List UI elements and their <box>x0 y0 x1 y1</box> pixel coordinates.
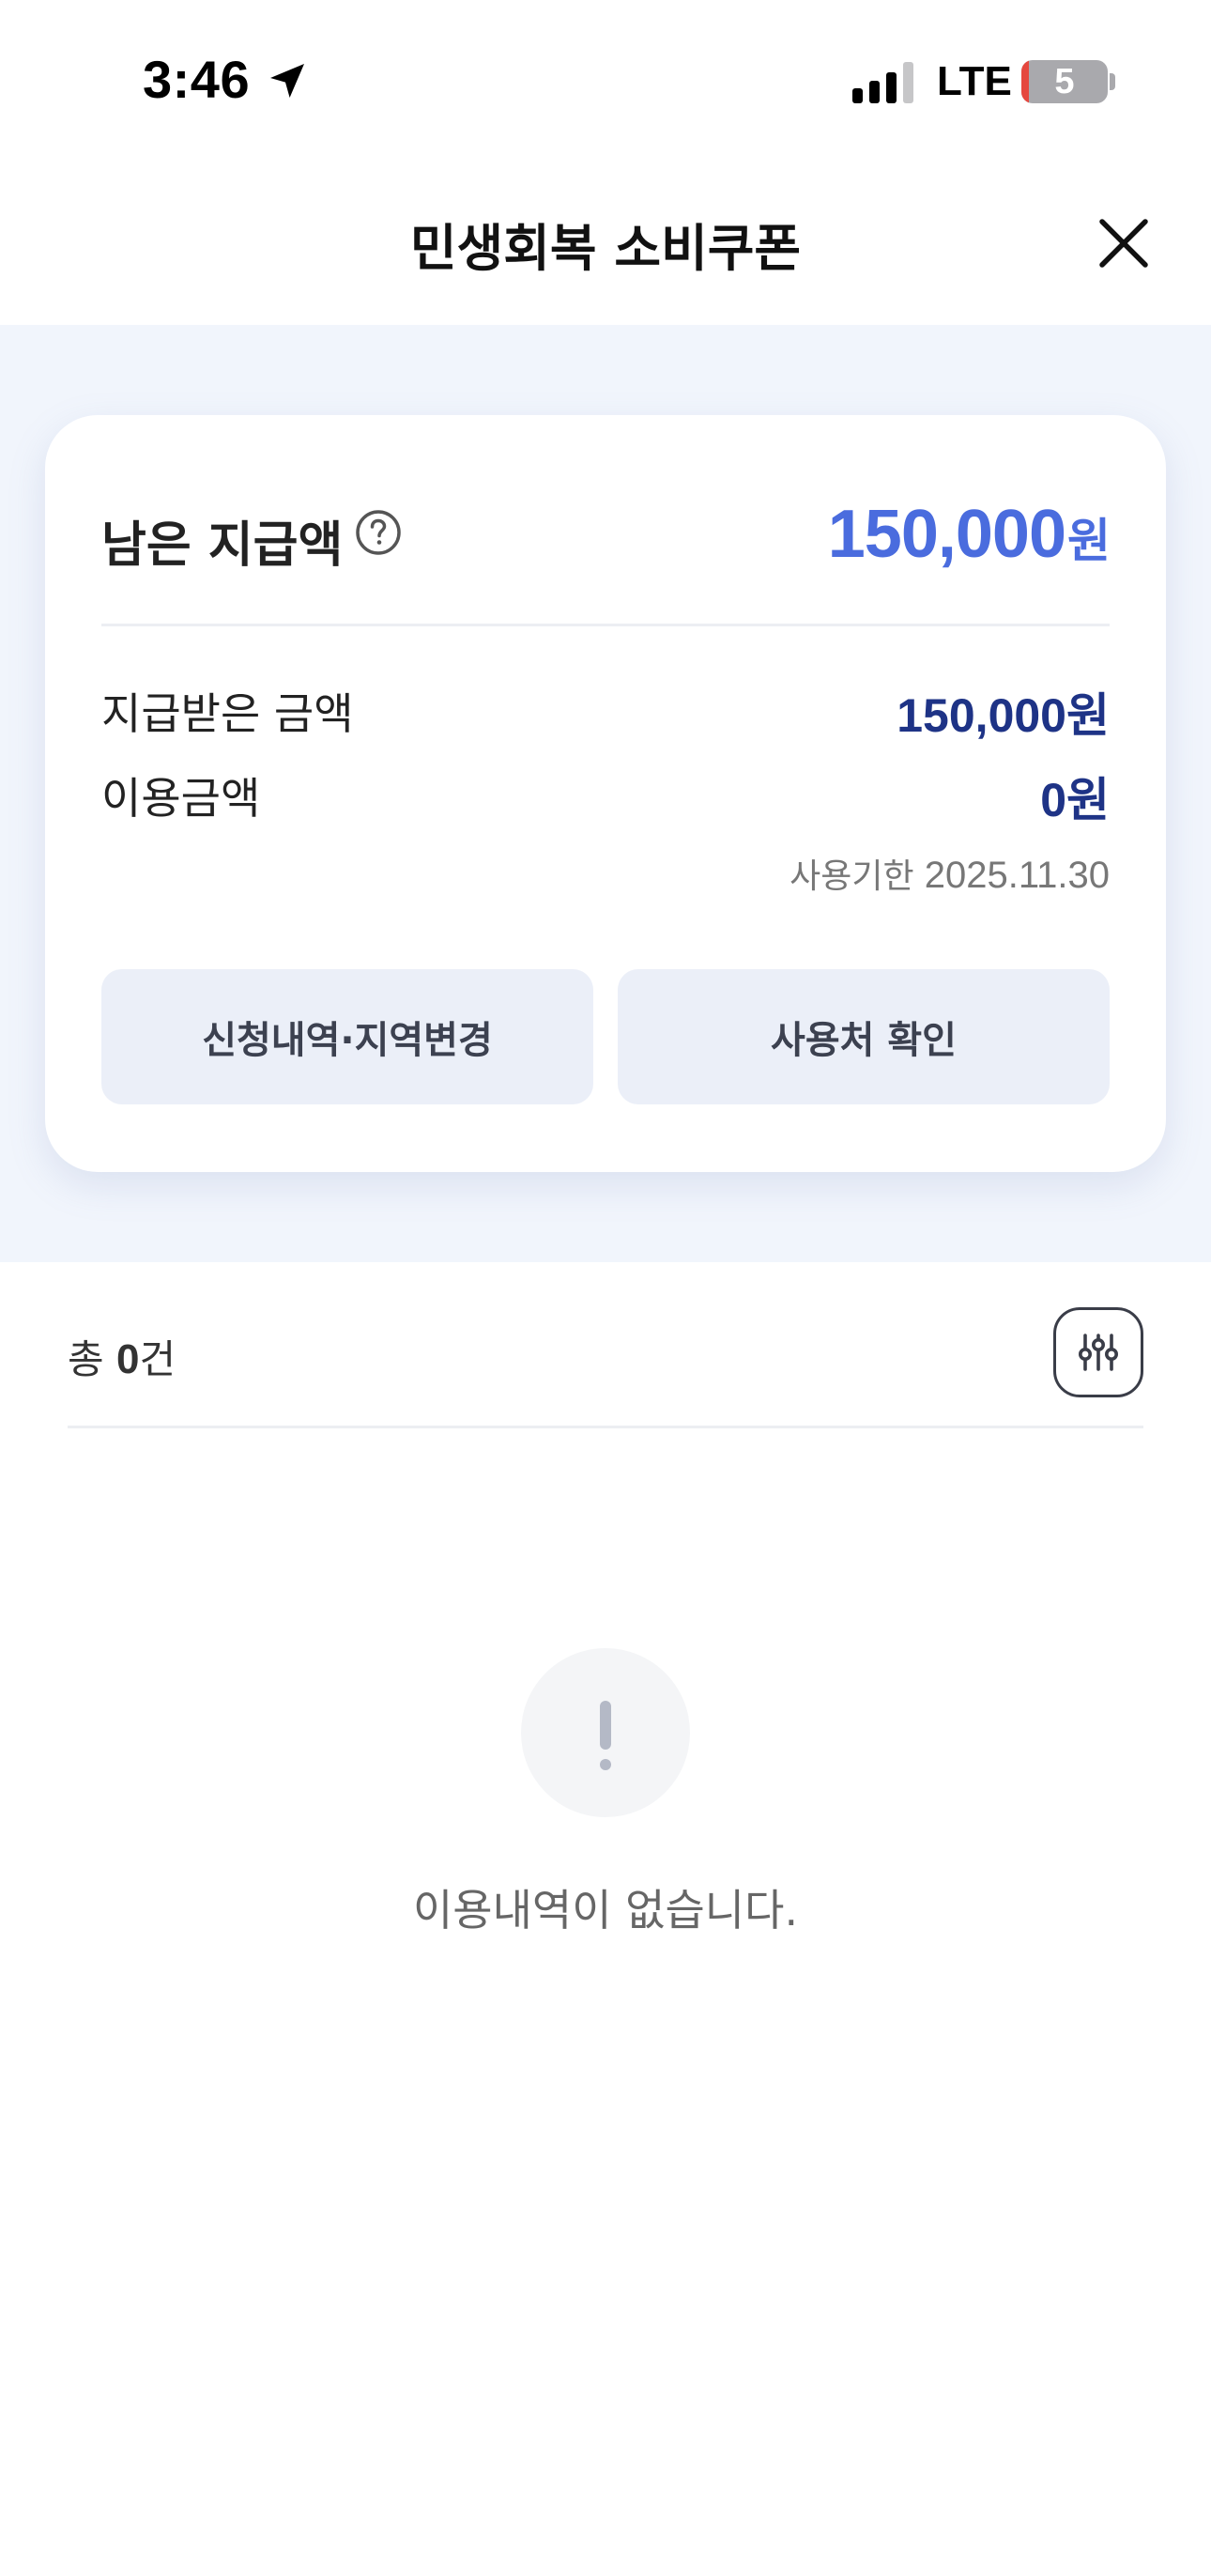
total-count-value: 0 <box>116 1336 140 1382</box>
app-screen: 3:46 LTE 5 민생회복 소비쿠폰 남은 지급액 150,000원 지급받… <box>0 0 1211 2576</box>
battery-cap <box>1110 73 1115 90</box>
total-count: 총 0건 <box>68 1328 176 1385</box>
page-title: 민생회복 소비쿠폰 <box>409 219 802 278</box>
remaining-amount-value: 150,000 <box>827 497 1066 572</box>
status-bar: 3:46 LTE 5 <box>0 0 1211 160</box>
cellular-signal-icon <box>852 62 913 103</box>
expiry-value: 2025.11.30 <box>924 855 1110 896</box>
list-divider <box>68 1426 1143 1428</box>
exclamation-dot <box>600 1759 611 1770</box>
location-arrow-icon <box>270 64 304 98</box>
remaining-amount: 150,000원 <box>827 496 1111 573</box>
used-amount: 0원 <box>1040 774 1110 826</box>
total-suffix: 건 <box>139 1336 176 1382</box>
remaining-amount-unit: 원 <box>1067 514 1111 568</box>
header: 민생회복 소비쿠폰 <box>0 160 1211 325</box>
battery-percent: 5 <box>1054 62 1075 101</box>
expiry-label: 사용기한 <box>789 857 914 896</box>
card-divider <box>101 624 1110 626</box>
history-region-button[interactable]: 신청내역·지역변경 <box>101 969 593 1104</box>
close-icon[interactable] <box>1095 214 1153 272</box>
received-label: 지급받은 금액 <box>101 688 354 739</box>
merchants-button[interactable]: 사용처 확인 <box>618 969 1110 1104</box>
exclamation-bar <box>600 1701 611 1750</box>
used-label: 이용금액 <box>101 773 261 824</box>
total-prefix: 총 <box>68 1336 104 1382</box>
coupon-summary-card: 남은 지급액 150,000원 지급받은 금액 150,000원 이용금액 0원… <box>45 415 1166 1172</box>
battery-icon: 5 <box>1021 60 1108 103</box>
empty-state-icon <box>521 1648 690 1817</box>
remaining-label: 남은 지급액 <box>101 517 344 574</box>
status-time: 3:46 <box>143 50 251 109</box>
filter-sliders-icon <box>1079 1334 1118 1371</box>
expiry-date: 사용기한 2025.11.30 <box>789 849 1110 898</box>
network-type: LTE <box>937 58 1012 104</box>
received-amount: 150,000원 <box>897 689 1110 742</box>
filter-button[interactable] <box>1053 1307 1143 1397</box>
summary-section: 남은 지급액 150,000원 지급받은 금액 150,000원 이용금액 0원… <box>0 325 1211 1262</box>
empty-state-message: 이용내역이 없습니다. <box>412 1885 799 1936</box>
help-icon[interactable] <box>355 509 402 556</box>
